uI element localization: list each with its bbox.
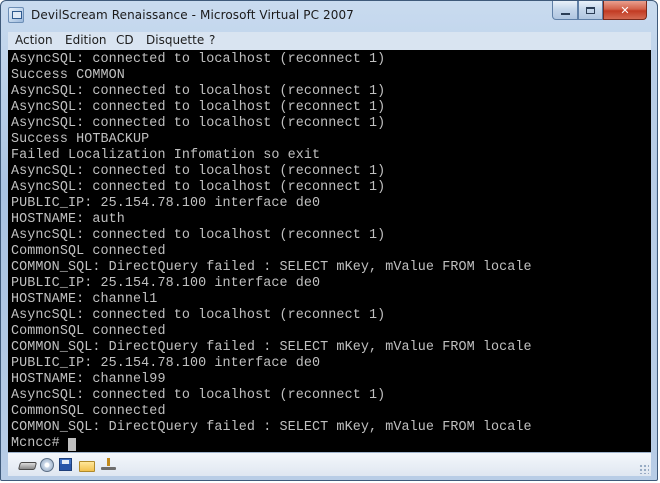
console-prompt[interactable]: Mcncc# (11, 436, 60, 452)
status-bar (8, 452, 651, 476)
menu-help[interactable]: ? (209, 33, 215, 47)
console-line: PUBLIC_IP: 25.154.78.100 interface de0 (11, 356, 321, 371)
close-button[interactable]: ✕ (603, 1, 647, 20)
console-line: Success COMMON (11, 68, 125, 83)
console-line: AsyncSQL: connected to localhost (reconn… (11, 180, 386, 195)
console-line: HOSTNAME: auth (11, 212, 125, 227)
console-line: COMMON_SQL: DirectQuery failed : SELECT … (11, 260, 532, 275)
window-frame-edge (651, 50, 656, 452)
console-line: COMMON_SQL: DirectQuery failed : SELECT … (11, 420, 532, 435)
maximize-button[interactable] (578, 1, 603, 20)
console-line: Failed Localization Infomation so exit (11, 148, 321, 163)
shared-folder-icon[interactable] (79, 461, 95, 472)
maximize-icon (586, 6, 595, 14)
console-line: CommonSQL connected (11, 244, 166, 259)
console-line: AsyncSQL: connected to localhost (reconn… (11, 52, 386, 67)
console-line: AsyncSQL: connected to localhost (reconn… (11, 100, 386, 115)
console-line: AsyncSQL: connected to localhost (reconn… (11, 164, 386, 179)
network-adapter-icon[interactable] (101, 458, 117, 472)
close-icon: ✕ (620, 3, 630, 17)
menu-action[interactable]: Action (15, 33, 53, 47)
virtual-pc-window: DevilScream Renaissance - Microsoft Virt… (0, 0, 658, 481)
text-cursor (68, 438, 76, 451)
cd-drive-icon[interactable] (40, 458, 54, 472)
resize-grip[interactable] (639, 464, 649, 474)
console-line: PUBLIC_IP: 25.154.78.100 interface de0 (11, 276, 321, 291)
minimize-icon (560, 12, 570, 15)
console-line: AsyncSQL: connected to localhost (reconn… (11, 228, 386, 243)
hard-drive-icon[interactable] (17, 462, 38, 470)
console-line: Success HOTBACKUP (11, 132, 150, 147)
console-line: HOSTNAME: channel1 (11, 292, 158, 307)
console-line: HOSTNAME: channel99 (11, 372, 166, 387)
menu-cd[interactable]: CD (116, 33, 134, 47)
menu-bar: Action Edition CD Disquette ? (8, 32, 651, 50)
menu-edition[interactable]: Edition (65, 33, 107, 47)
console-line: CommonSQL connected (11, 324, 166, 339)
minimize-button[interactable] (552, 1, 578, 20)
console-line: PUBLIC_IP: 25.154.78.100 interface de0 (11, 196, 321, 211)
window-title: DevilScream Renaissance - Microsoft Virt… (31, 8, 354, 22)
console-line: CommonSQL connected (11, 404, 166, 419)
console-line: COMMON_SQL: DirectQuery failed : SELECT … (11, 340, 532, 355)
console-line: AsyncSQL: connected to localhost (reconn… (11, 308, 386, 323)
console-line: AsyncSQL: connected to localhost (reconn… (11, 388, 386, 403)
title-bar[interactable]: DevilScream Renaissance - Microsoft Virt… (1, 1, 657, 31)
virtual-pc-app-icon[interactable] (8, 7, 24, 23)
vm-console-screen[interactable]: AsyncSQL: connected to localhost (reconn… (8, 50, 651, 452)
console-line: AsyncSQL: connected to localhost (reconn… (11, 116, 386, 131)
console-line: AsyncSQL: connected to localhost (reconn… (11, 84, 386, 99)
menu-disquette[interactable]: Disquette (146, 33, 204, 47)
floppy-disk-icon[interactable] (59, 458, 72, 471)
